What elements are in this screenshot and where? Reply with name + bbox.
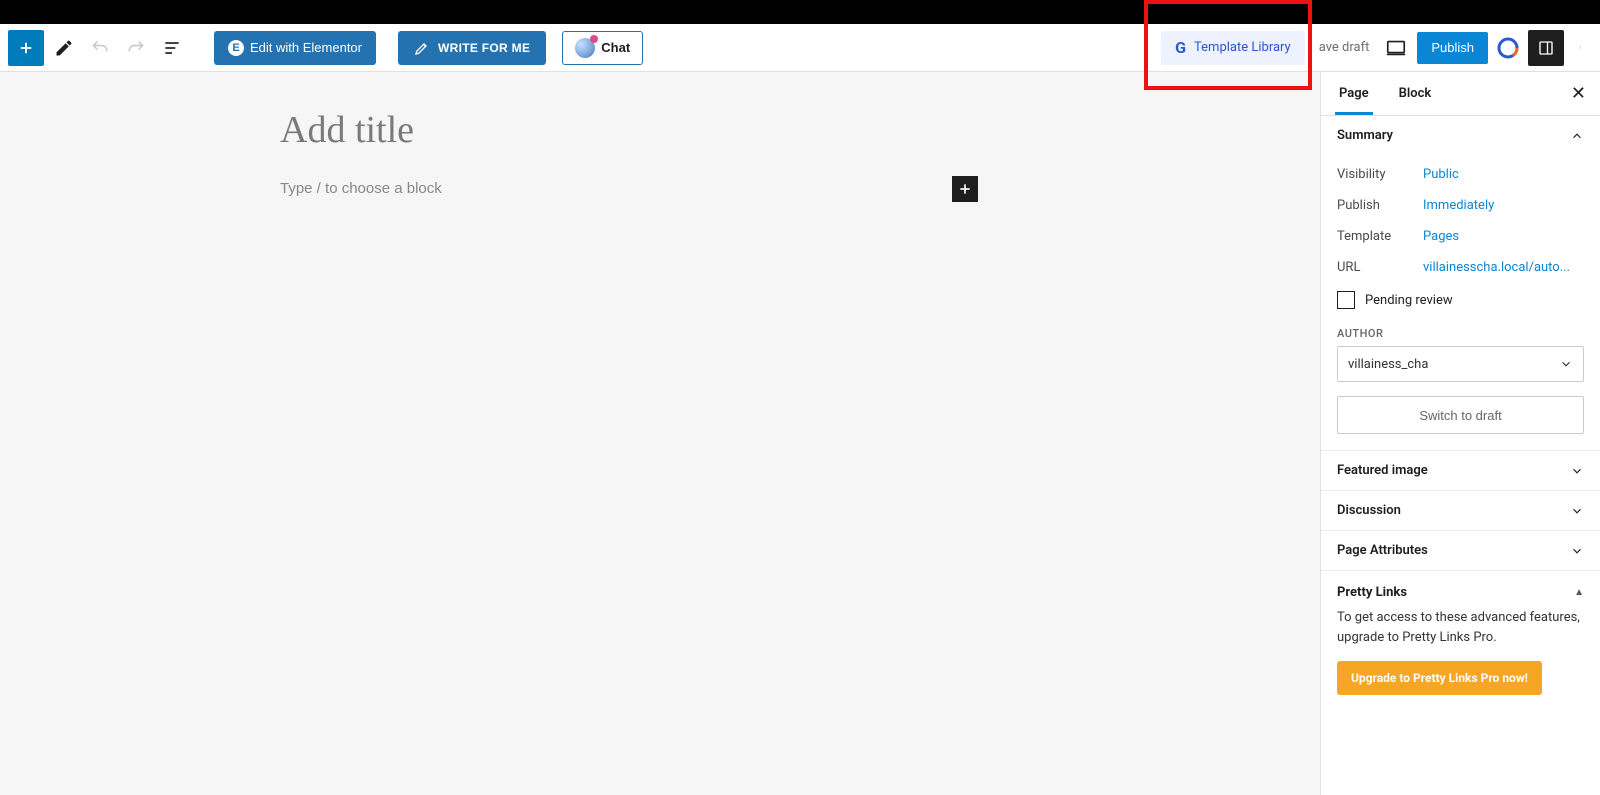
template-library-button[interactable]: G Template Library [1161, 31, 1305, 65]
chat-notification-dot [590, 35, 598, 43]
elementor-icon: E [228, 40, 244, 56]
chevron-up-icon [1570, 129, 1584, 143]
block-placeholder-text[interactable]: Type / to choose a block [280, 180, 442, 197]
author-heading: AUTHOR [1337, 327, 1584, 340]
author-value: villainess_cha [1348, 357, 1428, 372]
editor-canvas[interactable]: Type / to choose a block [0, 72, 1320, 795]
edit-with-elementor-button[interactable]: E Edit with Elementor [214, 31, 376, 65]
tab-block[interactable]: Block [1395, 72, 1436, 115]
summary-heading: Summary [1337, 128, 1393, 143]
post-title-input[interactable] [280, 108, 1040, 152]
template-library-icon: G [1175, 38, 1186, 57]
document-overview-button[interactable] [156, 32, 188, 64]
preview-button[interactable] [1383, 37, 1409, 59]
template-label: Template [1337, 229, 1423, 244]
pending-review-checkbox[interactable]: Pending review [1337, 283, 1584, 321]
publish-button[interactable]: Publish [1417, 32, 1488, 64]
add-block-inline-button[interactable] [952, 176, 978, 202]
add-block-toolbar-button[interactable] [8, 30, 44, 66]
write-for-me-label: WRITE FOR ME [438, 41, 530, 55]
post-title-wrapper[interactable] [280, 108, 1040, 152]
chevron-down-icon [1570, 544, 1584, 558]
publish-date-value[interactable]: Immediately [1423, 198, 1494, 213]
settings-sidebar-toggle[interactable] [1528, 30, 1564, 66]
switch-to-draft-button[interactable]: Switch to draft [1337, 396, 1584, 434]
browser-top-bar [0, 0, 1600, 24]
chat-label: Chat [601, 40, 630, 55]
chat-avatar-icon [575, 38, 595, 58]
discussion-heading: Discussion [1337, 503, 1401, 518]
undo-button[interactable] [84, 32, 116, 64]
publish-date-label: Publish [1337, 198, 1423, 213]
pretty-links-panel: Pretty Links ▲ To get access to these ad… [1321, 571, 1600, 711]
summary-panel-toggle[interactable]: Summary [1321, 116, 1600, 155]
featured-image-heading: Featured image [1337, 463, 1428, 478]
settings-sidebar: Page Block ✕ Summary Visibility Public P… [1320, 72, 1600, 795]
pretty-links-description: To get access to these advanced features… [1321, 608, 1600, 661]
pretty-links-heading: Pretty Links [1337, 585, 1407, 600]
template-value[interactable]: Pages [1423, 229, 1459, 244]
checkbox-icon [1337, 291, 1355, 309]
plugin-g-icon[interactable] [1496, 36, 1520, 60]
author-select[interactable]: villainess_cha [1337, 346, 1584, 382]
sidebar-tabs: Page Block ✕ [1321, 72, 1600, 116]
save-draft-button[interactable]: ave draft [1313, 40, 1376, 55]
chevron-down-icon [1559, 357, 1573, 371]
pretty-links-upgrade-button[interactable]: Upgrade to Pretty Links Pro now! [1337, 661, 1542, 695]
pending-review-label: Pending review [1365, 293, 1453, 308]
tools-button[interactable] [48, 32, 80, 64]
discussion-panel-toggle[interactable]: Discussion [1321, 491, 1600, 530]
visibility-label: Visibility [1337, 167, 1423, 182]
featured-image-panel-toggle[interactable]: Featured image [1321, 451, 1600, 490]
chevron-down-icon [1570, 504, 1584, 518]
elementor-label: Edit with Elementor [250, 40, 362, 55]
magic-pen-icon [414, 40, 430, 56]
url-label: URL [1337, 260, 1423, 275]
triangle-up-icon: ▲ [1574, 587, 1584, 598]
redo-button[interactable] [120, 32, 152, 64]
pretty-links-panel-toggle[interactable]: Pretty Links ▲ [1321, 571, 1600, 608]
template-library-label: Template Library [1194, 40, 1291, 55]
tab-page[interactable]: Page [1335, 72, 1373, 115]
page-attributes-panel-toggle[interactable]: Page Attributes [1321, 531, 1600, 570]
chat-button[interactable]: Chat [562, 31, 643, 65]
chevron-down-icon [1570, 464, 1584, 478]
visibility-value[interactable]: Public [1423, 167, 1459, 182]
page-attributes-heading: Page Attributes [1337, 543, 1428, 558]
url-value[interactable]: villainesscha.local/auto... [1423, 260, 1570, 275]
editor-toolbar: E Edit with Elementor WRITE FOR ME Chat … [0, 24, 1600, 72]
write-for-me-button[interactable]: WRITE FOR ME [398, 31, 546, 65]
close-sidebar-button[interactable]: ✕ [1571, 83, 1586, 104]
summary-panel: Summary Visibility Public Publish Immedi… [1321, 116, 1600, 451]
more-options-button[interactable] [1572, 30, 1592, 66]
